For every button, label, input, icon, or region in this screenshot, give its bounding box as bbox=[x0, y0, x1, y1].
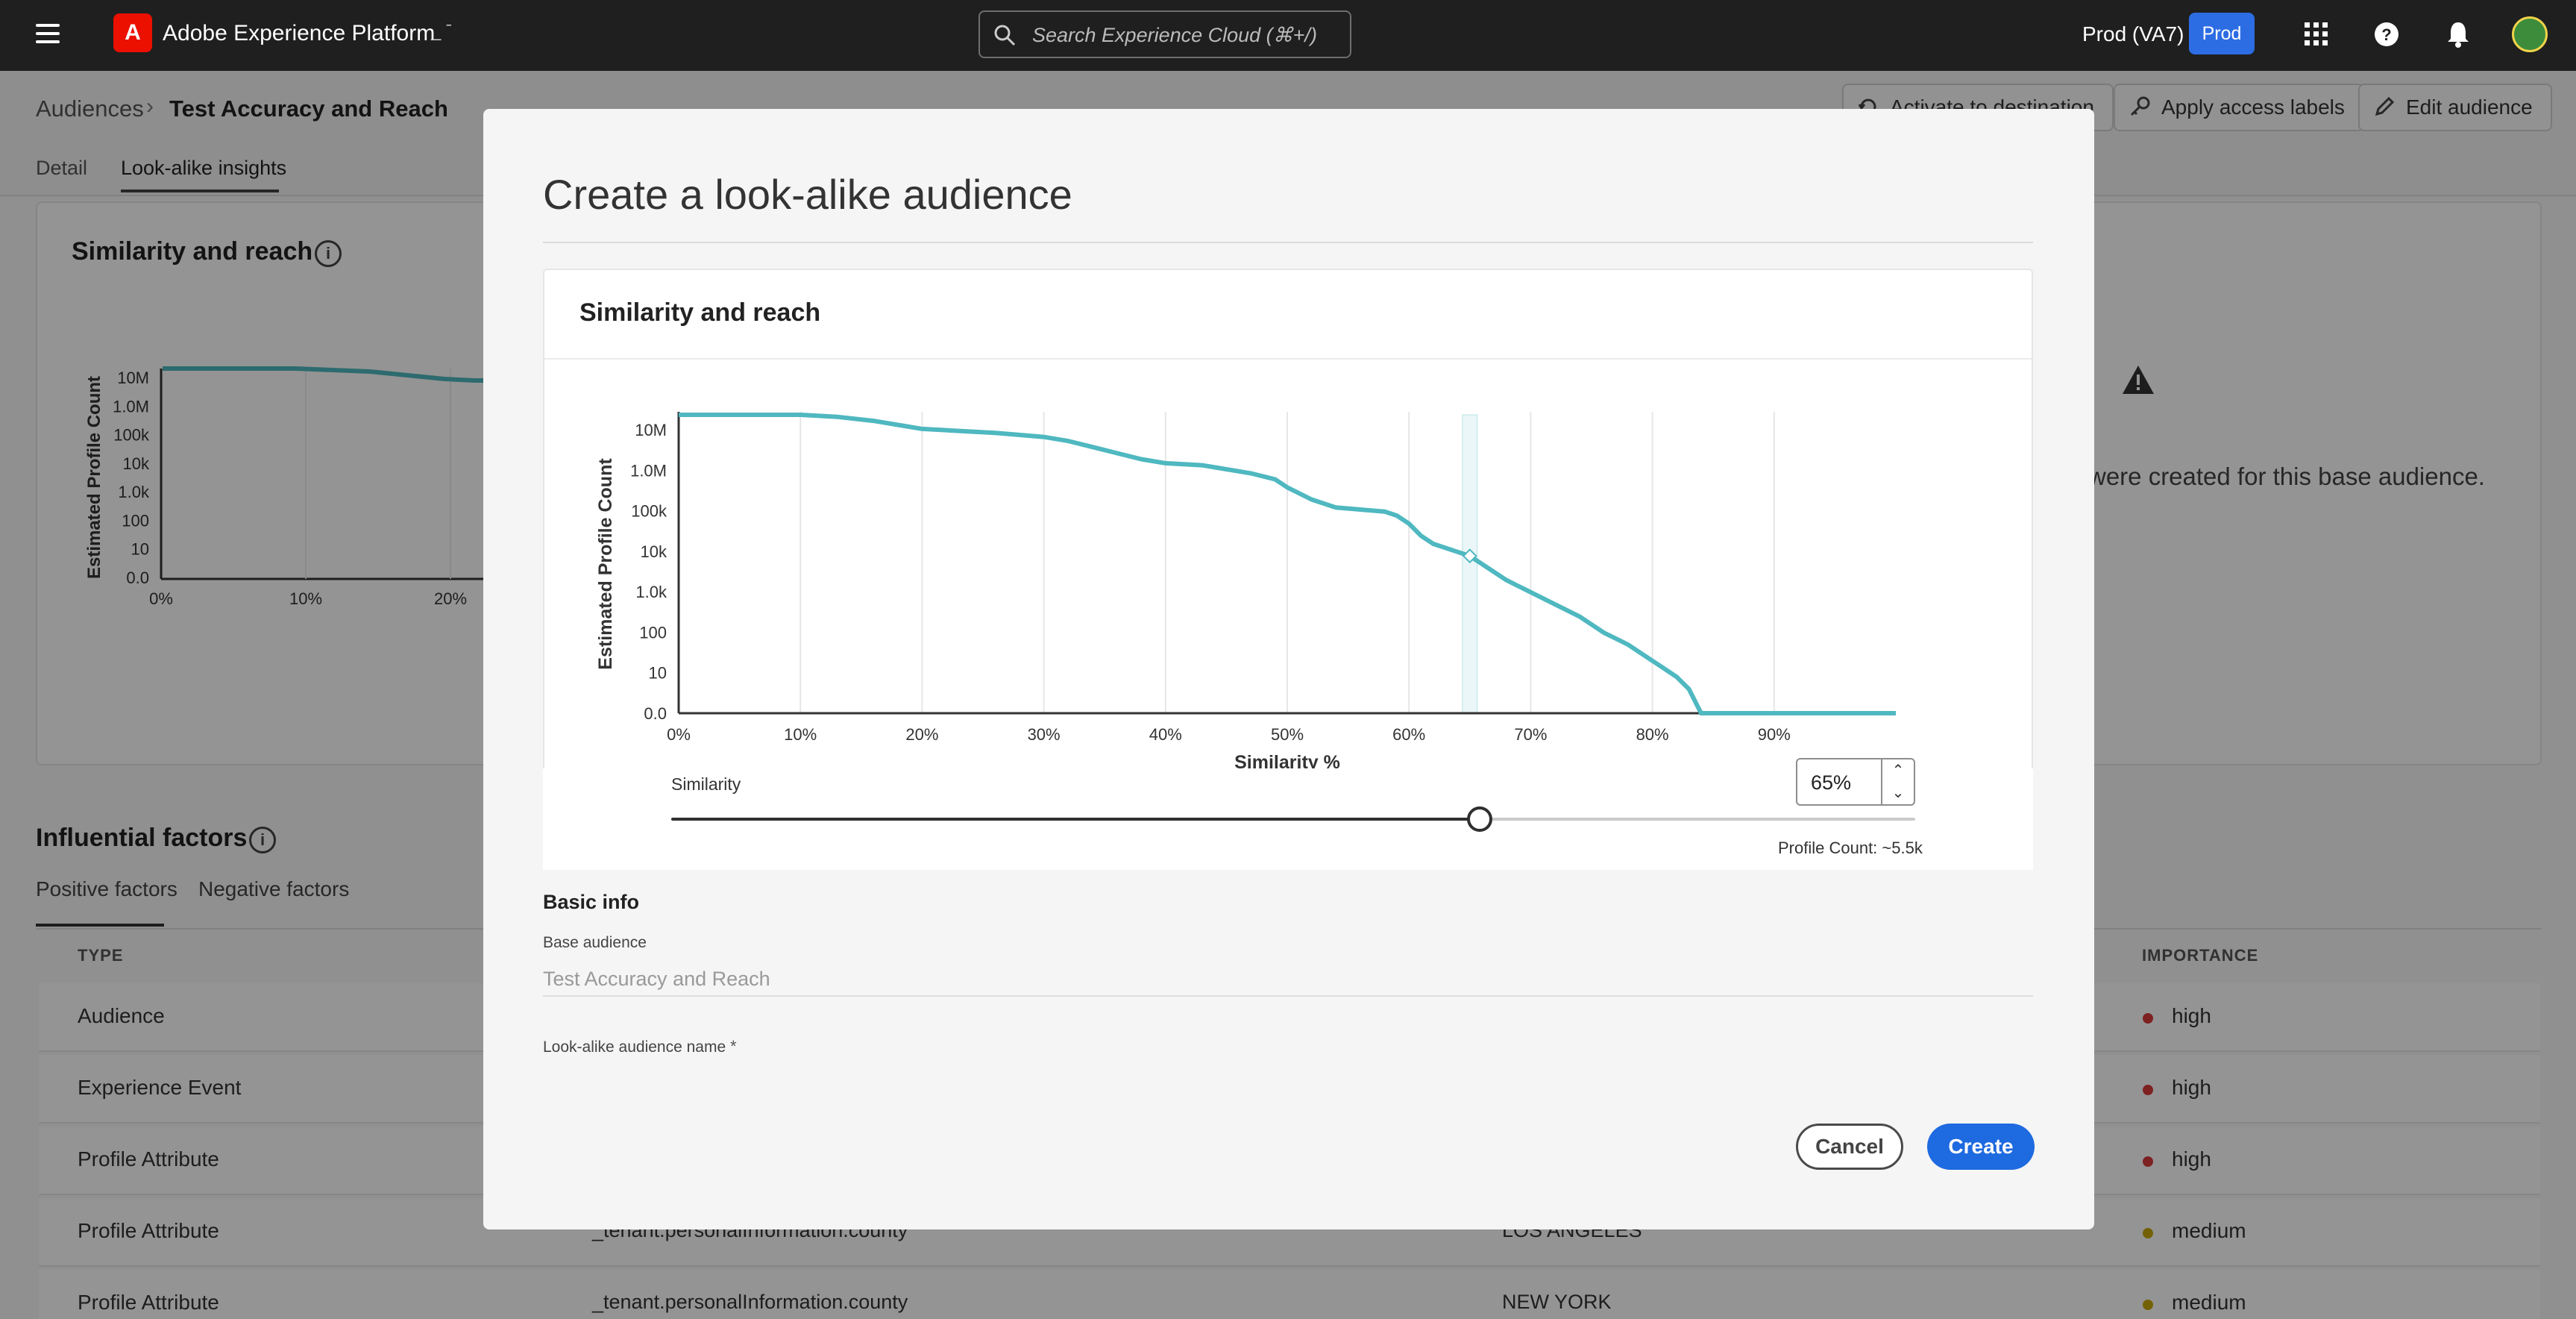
x-tick-label: 70% bbox=[1514, 725, 1547, 744]
required-mark: * bbox=[730, 1037, 737, 1056]
y-tick-label: 10 bbox=[649, 664, 667, 683]
apps-grid-icon[interactable] bbox=[2302, 19, 2331, 49]
x-tick-label: 40% bbox=[1149, 725, 1182, 744]
chevron-up-icon[interactable]: ⌃ bbox=[1882, 759, 1914, 782]
similarity-highlight-band bbox=[1462, 414, 1478, 714]
search-box[interactable] bbox=[978, 10, 1351, 58]
env-badge[interactable]: Prod bbox=[2189, 13, 2255, 54]
menu-icon[interactable] bbox=[36, 24, 60, 45]
search-icon bbox=[994, 25, 1016, 46]
profile-count: Profile Count: ~5.5k bbox=[1778, 839, 1923, 857]
y-tick-label: 100k bbox=[631, 502, 667, 521]
chart-ylabel: Estimated Profile Count bbox=[595, 458, 616, 670]
x-tick-label: 90% bbox=[1758, 725, 1791, 744]
adobe-logo[interactable]: A bbox=[113, 13, 152, 52]
y-tick-label: 0.0 bbox=[644, 704, 667, 723]
dialog-title: Create a look-alike audience bbox=[543, 171, 1072, 218]
avatar[interactable] bbox=[2512, 16, 2548, 52]
card-divider bbox=[544, 358, 2032, 360]
title-divider bbox=[543, 242, 2033, 243]
similarity-input[interactable] bbox=[1811, 770, 1878, 795]
y-tick-label: 1.0M bbox=[630, 461, 667, 480]
app-title[interactable]: Adobe Experience Platform bbox=[163, 21, 435, 46]
chevron-down-icon[interactable]: ⌄ bbox=[1882, 782, 1914, 804]
search-input[interactable] bbox=[1032, 22, 1338, 48]
org-switcher[interactable]: Prod (VA7) bbox=[2082, 22, 2184, 46]
base-audience-field[interactable] bbox=[543, 962, 2033, 997]
svg-text:?: ? bbox=[2381, 25, 2391, 44]
y-tick-label: 100 bbox=[639, 623, 667, 642]
y-tick-label: 10M bbox=[635, 421, 667, 439]
y-tick-label: 10k bbox=[641, 542, 667, 561]
look-alike-name-label: Look-alike audience name * bbox=[543, 1037, 737, 1056]
x-tick-label: 50% bbox=[1271, 725, 1304, 744]
look-alike-name-field[interactable] bbox=[543, 1059, 2033, 1094]
slider-handle[interactable] bbox=[1467, 806, 1493, 832]
stepper-buttons: ⌃ ⌄ bbox=[1881, 759, 1914, 804]
create-button[interactable]: Create bbox=[1927, 1124, 2035, 1170]
slider-fill bbox=[671, 818, 1480, 821]
sandbox-indicator: _ ˉ bbox=[431, 21, 453, 41]
x-tick-label: 10% bbox=[784, 725, 817, 744]
similarity-stepper[interactable]: ⌃ ⌄ bbox=[1796, 758, 1915, 806]
x-tick-label: 0% bbox=[667, 725, 691, 744]
base-audience-label: Base audience bbox=[543, 934, 647, 951]
x-tick-label: 30% bbox=[1028, 725, 1061, 744]
x-tick-label: 80% bbox=[1636, 725, 1669, 744]
similarity-label: Similarity bbox=[671, 774, 741, 794]
cancel-button[interactable]: Cancel bbox=[1796, 1124, 1903, 1170]
similarity-reach-chart: 10M 1.0M 100k 10k 1.0k 100 10 0.00% 10% 20% 30% 40%… bbox=[595, 412, 1896, 773]
top-bar: A Adobe Experience Platform _ ˉ Prod (VA… bbox=[0, 0, 2576, 71]
modal-card-title: Similarity and reach bbox=[579, 298, 821, 327]
look-alike-name-label-text: Look-alike audience name bbox=[543, 1038, 726, 1056]
x-tick-label: 20% bbox=[905, 725, 938, 744]
x-tick-label: 60% bbox=[1392, 725, 1425, 744]
help-icon[interactable]: ? bbox=[2372, 19, 2401, 49]
bell-icon[interactable] bbox=[2443, 19, 2473, 49]
y-tick-label: 1.0k bbox=[635, 583, 667, 601]
basic-info-heading: Basic info bbox=[543, 891, 640, 913]
